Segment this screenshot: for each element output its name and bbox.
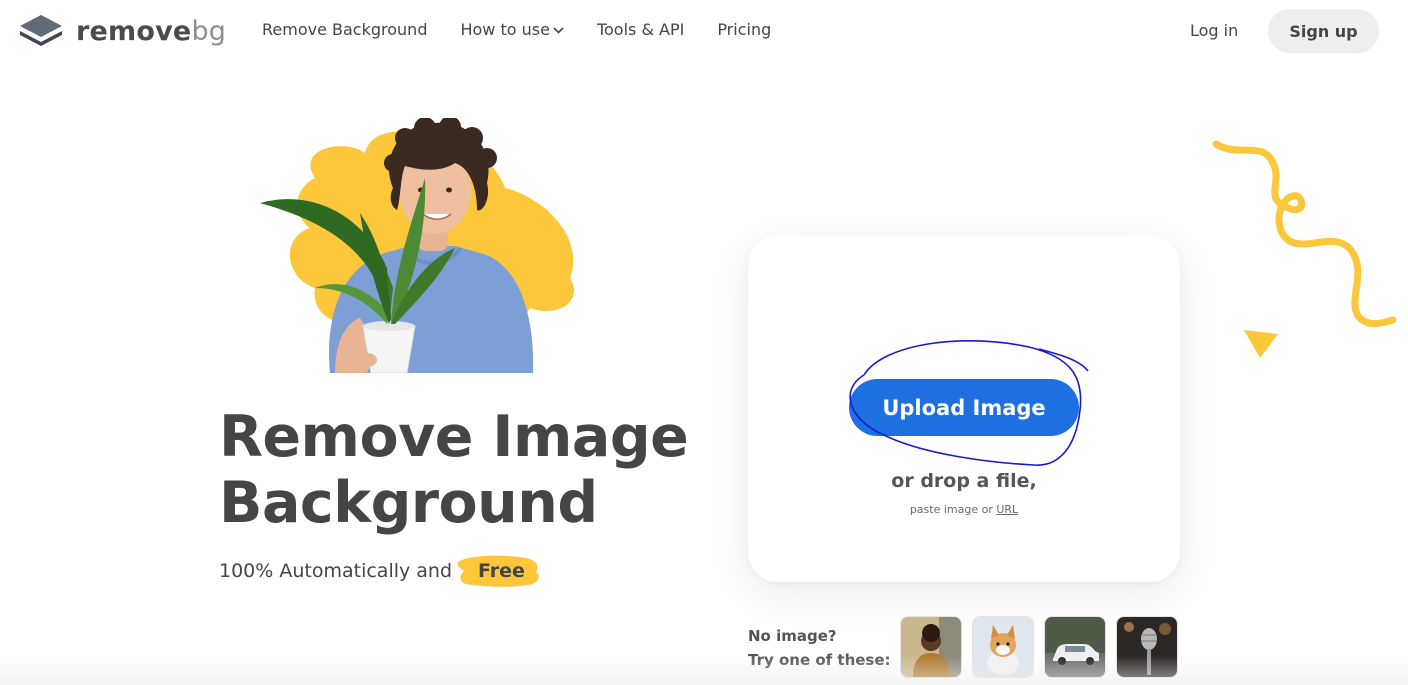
nav-tools-api[interactable]: Tools & API [597,20,684,39]
upload-card[interactable]: Upload Image or drop a file, paste image… [748,235,1180,582]
signup-button[interactable]: Sign up [1268,9,1379,53]
paste-hint: paste image or URL [748,503,1180,516]
url-link[interactable]: URL [996,503,1018,516]
chevron-down-icon [553,27,564,34]
logo-layers-icon [20,15,62,46]
hero-title-line2: Background [219,470,598,536]
nav-label: Pricing [717,20,772,39]
nav-pricing[interactable]: Pricing [717,20,771,39]
drop-file-text: or drop a file, [891,470,1037,492]
paste-text: paste image or [909,503,993,516]
nav-label: Tools & API [596,20,685,39]
nav-how-to-use[interactable]: How to use [460,20,564,39]
nav-label: Remove Background [262,20,428,39]
logo-text: removebg [76,16,226,47]
main-nav: Remove Background How to use Tools & API… [262,20,804,39]
logo-word-remove: remove [76,15,192,47]
hero-title: Remove Image Background [219,404,689,536]
login-link[interactable]: Log in [1190,21,1238,40]
sample-prompt-line1: No image? [748,627,837,645]
hero-subtitle: 100% Automatically and Free [219,555,539,587]
free-label: Free [478,560,525,582]
logo[interactable]: removebg [18,13,226,49]
hero-subtitle-text: 100% Automatically and [219,560,453,582]
bottom-fade [0,655,1408,685]
logo-word-bg: bg [191,15,227,47]
upload-image-button[interactable]: Upload Image [849,379,1079,436]
hero-title-line1: Remove Image [219,404,689,470]
hero-person-with-plant-image [260,118,575,373]
nav-label: How to use [460,20,550,39]
free-badge: Free [457,555,539,587]
yellow-triangle-decoration [1244,330,1278,358]
nav-remove-background[interactable]: Remove Background [262,20,427,39]
yellow-squiggle-decoration [1212,140,1397,328]
site-header: removebg Remove Background How to use To… [0,0,1408,64]
